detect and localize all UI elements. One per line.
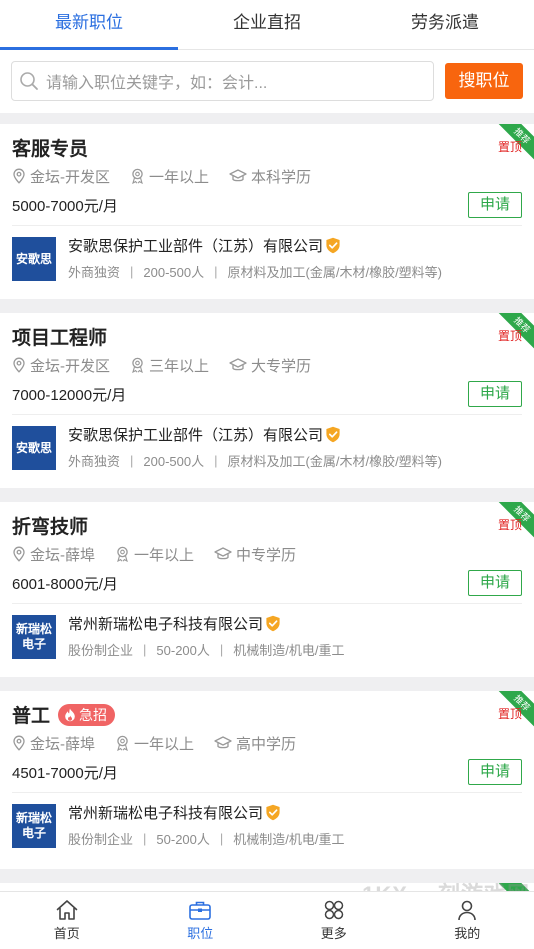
education-icon — [214, 547, 232, 560]
company-info: 外商独资 | 200-500人 | 原材料及加工(金属/木材/橡胶/塑料等) — [68, 264, 443, 280]
verified-badge-icon — [266, 804, 280, 821]
experience-icon — [117, 546, 128, 562]
job-experience: 一年以上 — [134, 735, 195, 753]
verified-badge-icon — [326, 426, 340, 443]
nav-mine[interactable]: 我的 — [401, 892, 534, 949]
apply-button[interactable]: 申请 — [468, 759, 522, 785]
home-icon — [56, 900, 78, 920]
job-title: 项目工程师 — [12, 328, 108, 349]
nav-more[interactable]: 更多 — [267, 892, 401, 949]
job-meta: 金坛-薛埠 一年以上 高中学历 — [12, 733, 316, 753]
verified-badge-icon — [266, 615, 280, 632]
location-icon — [13, 735, 25, 751]
tab-bar: 最新职位 企业直招 劳务派遣 — [0, 0, 534, 50]
job-salary: 6001-8000元/月 — [12, 576, 118, 593]
job-experience: 一年以上 — [134, 546, 195, 564]
job-education: 中专学历 — [236, 546, 297, 564]
nav-jobs[interactable]: 职位 — [134, 892, 268, 949]
location-icon — [13, 357, 25, 373]
company-logo: 安歌思 — [12, 426, 56, 470]
job-title: 折弯技师 — [12, 517, 89, 538]
verified-badge-icon — [326, 237, 340, 254]
company-name[interactable]: 常州新瑞松电子科技有限公司 — [68, 613, 281, 634]
job-card[interactable]: 推荐 置顶 客服专员 金坛-开发区 一年以上 本科学历 5000-7000元/月… — [0, 124, 534, 299]
search-input[interactable]: 请输入职位关键字，如：会计... — [11, 61, 434, 101]
job-card[interactable]: 推荐 置顶 项目工程师 金坛-开发区 三年以上 大专学历 7000-12000元… — [0, 313, 534, 488]
job-experience: 三年以上 — [149, 357, 210, 375]
education-icon — [229, 358, 247, 371]
divider — [12, 414, 522, 415]
briefcase-icon — [189, 901, 212, 920]
bottom-nav: 首页 职位 更多 我的 — [0, 891, 534, 949]
job-location: 金坛-开发区 — [30, 168, 110, 186]
search-bar: 请输入职位关键字，如：会计... 搜职位 — [0, 50, 534, 113]
grid-icon — [324, 900, 343, 920]
apply-button[interactable]: 申请 — [468, 192, 522, 218]
company-logo: 新瑞松电子 — [12, 804, 56, 848]
job-education: 大专学历 — [251, 357, 312, 375]
job-salary: 7000-12000元/月 — [12, 387, 127, 404]
nav-home[interactable]: 首页 — [0, 892, 134, 949]
job-salary: 4501-7000元/月 — [12, 765, 118, 782]
company-logo: 新瑞松电子 — [12, 615, 56, 659]
page: 最新职位 企业直招 劳务派遣 请输入职位关键字，如：会计... 搜职位 推荐 置… — [0, 0, 534, 949]
company-logo: 安歌思 — [12, 237, 56, 281]
experience-icon — [132, 357, 143, 373]
pinned-label: 置顶 — [497, 518, 522, 532]
job-card[interactable]: 推荐 置顶 折弯技师 金坛-薛埠 一年以上 中专学历 6001-8000元/月 … — [0, 502, 534, 677]
company-name[interactable]: 常州新瑞松电子科技有限公司 — [68, 802, 281, 823]
company-info: 外商独资 | 200-500人 | 原材料及加工(金属/木材/橡胶/塑料等) — [68, 453, 443, 469]
search-icon — [12, 62, 46, 100]
tab-labor-dispatch[interactable]: 劳务派遣 — [356, 0, 534, 49]
search-placeholder: 请输入职位关键字，如：会计... — [46, 75, 268, 92]
tab-latest-jobs[interactable]: 最新职位 — [0, 0, 178, 50]
company-name[interactable]: 安歌思保护工业部件（江苏）有限公司 — [68, 235, 341, 256]
job-experience: 一年以上 — [149, 168, 210, 186]
urgent-badge: 急招 — [58, 703, 116, 726]
divider — [12, 603, 522, 604]
company-info: 股份制企业 | 50-200人 | 机械制造/机电/重工 — [68, 831, 345, 847]
company-name[interactable]: 安歌思保护工业部件（江苏）有限公司 — [68, 424, 341, 445]
job-title: 客服专员 — [12, 139, 89, 160]
tab-direct-hiring[interactable]: 企业直招 — [178, 0, 356, 49]
fire-icon — [65, 708, 75, 721]
job-title: 普工 急招 — [12, 701, 116, 728]
job-meta: 金坛-开发区 三年以上 大专学历 — [12, 355, 331, 375]
location-icon — [13, 168, 25, 184]
education-icon — [214, 736, 232, 749]
experience-icon — [117, 735, 128, 751]
apply-button[interactable]: 申请 — [468, 381, 522, 407]
job-education: 本科学历 — [251, 168, 312, 186]
job-education: 高中学历 — [236, 735, 297, 753]
pinned-label: 置顶 — [497, 707, 522, 721]
person-icon — [458, 900, 477, 921]
location-icon — [13, 546, 25, 562]
apply-button[interactable]: 申请 — [468, 570, 522, 596]
job-location: 金坛-薛埠 — [30, 735, 95, 753]
search-jobs-button[interactable]: 搜职位 — [445, 63, 523, 99]
job-meta: 金坛-开发区 一年以上 本科学历 — [12, 166, 331, 186]
job-salary: 5000-7000元/月 — [12, 198, 118, 215]
job-location: 金坛-开发区 — [30, 357, 110, 375]
job-location: 金坛-薛埠 — [30, 546, 95, 564]
experience-icon — [132, 168, 143, 184]
job-meta: 金坛-薛埠 一年以上 中专学历 — [12, 544, 316, 564]
company-info: 股份制企业 | 50-200人 | 机械制造/机电/重工 — [68, 642, 345, 658]
divider — [12, 225, 522, 226]
pinned-label: 置顶 — [497, 329, 522, 343]
job-card[interactable]: 推荐 置顶 普工 急招 金坛-薛埠 一年以上 高中学历 4501-7000元/月 … — [0, 691, 534, 869]
divider — [12, 792, 522, 793]
education-icon — [229, 169, 247, 182]
pinned-label: 置顶 — [497, 140, 522, 154]
